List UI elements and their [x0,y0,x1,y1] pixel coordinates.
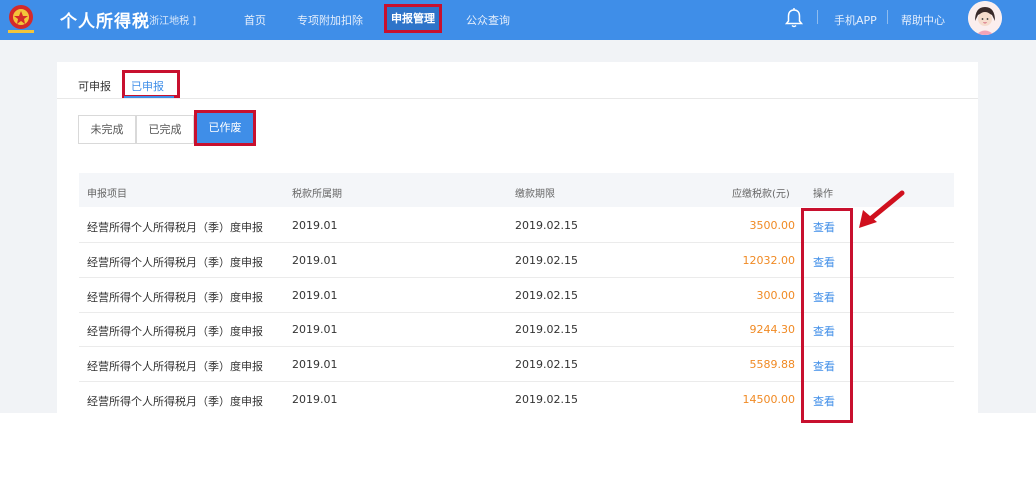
avatar[interactable] [968,1,1002,35]
filter-voided[interactable]: 已作废 [197,113,253,143]
row-period: 2019.01 [292,323,338,336]
row-item: 经营所得个人所得税月（季）度申报 [87,256,263,269]
row-amount: 300.00 [756,289,796,302]
avatar-icon [968,1,1002,35]
filter-incomplete[interactable]: 未完成 [78,115,136,144]
row-deadline: 2019.02.15 [515,289,578,302]
row-deadline: 2019.02.15 [515,254,578,267]
region-label: [ 浙江地税 ] [142,16,197,27]
row-amount: 14500.00 [742,393,796,406]
arrow-annotation-icon [859,190,905,228]
page-bottom [0,413,1036,477]
nav-declaration-management[interactable]: 申报管理 [384,4,442,33]
row-deadline: 2019.02.15 [515,393,578,406]
row-item: 经营所得个人所得税月（季）度申报 [87,291,263,304]
row-amount: 12032.00 [742,254,796,267]
nav-home[interactable]: 首页 [244,12,266,28]
column-header-amount: 应缴税款(元) [732,189,790,200]
bell-icon[interactable] [784,7,804,29]
row-period: 2019.01 [292,358,338,371]
nav-divider [817,10,818,24]
row-item: 经营所得个人所得税月（季）度申报 [87,325,263,338]
tabs-divider [57,98,978,99]
row-amount: 3500.00 [749,219,796,232]
row-amount: 9244.30 [749,323,796,336]
nav-special-deduction[interactable]: 专项附加扣除 [297,12,363,28]
row-deadline: 2019.02.15 [515,323,578,336]
filter-completed[interactable]: 已完成 [136,115,194,144]
nav-public-query[interactable]: 公众查询 [466,12,510,28]
column-header-action: 操作 [813,189,833,200]
row-item: 经营所得个人所得税月（季）度申报 [87,221,263,234]
row-deadline: 2019.02.15 [515,358,578,371]
nav-divider [887,10,888,24]
row-item: 经营所得个人所得税月（季）度申报 [87,360,263,373]
tab-declared[interactable]: 已申报 [131,78,164,94]
row-period: 2019.01 [292,393,338,406]
row-deadline: 2019.02.15 [515,219,578,232]
row-period: 2019.01 [292,219,338,232]
nav-help-center[interactable]: 帮助中心 [901,12,945,28]
tax-emblem-icon [8,5,34,33]
column-header-deadline: 缴款期限 [515,189,555,200]
column-header-item: 申报项目 [87,189,127,200]
tab-declarable[interactable]: 可申报 [78,78,111,94]
column-header-period: 税款所属期 [292,189,342,200]
row-amount: 5589.88 [749,358,796,371]
nav-mobile-app[interactable]: 手机APP [834,12,877,28]
view-column-highlight-box [801,208,853,423]
row-item: 经营所得个人所得税月（季）度申报 [87,395,263,408]
row-period: 2019.01 [292,254,338,267]
app-title: 个人所得税 [60,12,150,32]
row-period: 2019.01 [292,289,338,302]
